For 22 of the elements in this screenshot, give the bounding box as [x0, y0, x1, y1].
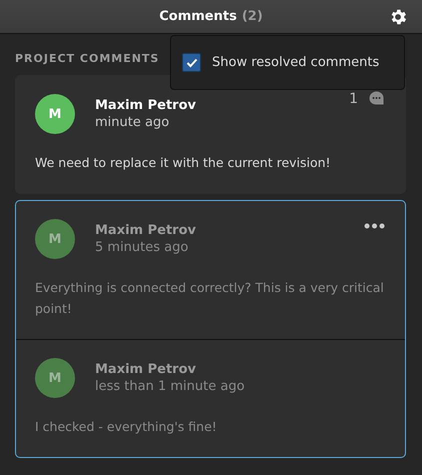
author-name: Maxim Petrov	[95, 223, 196, 238]
comment-card[interactable]: M Maxim Petrov 5 minutes ago Everything is connected correctly? This is a very critical point! M Maxim Petrov less than 1 minute ago I checked - everything's fine!	[15, 200, 406, 458]
more-icon[interactable]	[364, 223, 385, 229]
checkbox[interactable]	[182, 53, 201, 72]
panel-title: Comments	[159, 9, 237, 24]
option-label[interactable]: Show resolved comments	[212, 55, 380, 70]
avatar: M	[35, 219, 75, 259]
comment-text: We need to replace it with the current revision!	[35, 154, 332, 172]
timestamp: minute ago	[95, 115, 170, 130]
reply-count: 1	[349, 90, 358, 106]
timestamp: 5 minutes ago	[95, 240, 190, 255]
avatar: M	[35, 358, 75, 398]
author-name: Maxim Petrov	[95, 362, 197, 377]
comment-text: Everything is connected correctly? This is a very critical point!	[35, 279, 385, 318]
avatar: M	[35, 94, 75, 134]
comment-text: I checked - everything's fine!	[35, 418, 218, 436]
comment-card[interactable]: M Maxim Petrov minute ago We need to replace it with the current revision! 1	[15, 75, 406, 194]
checkmark-icon	[186, 58, 198, 68]
author-name: Maxim Petrov	[95, 98, 196, 113]
section-heading: PROJECT COMMENTS	[15, 52, 160, 65]
timestamp: less than 1 minute ago	[95, 379, 245, 394]
comment-count: (2)	[242, 9, 263, 24]
